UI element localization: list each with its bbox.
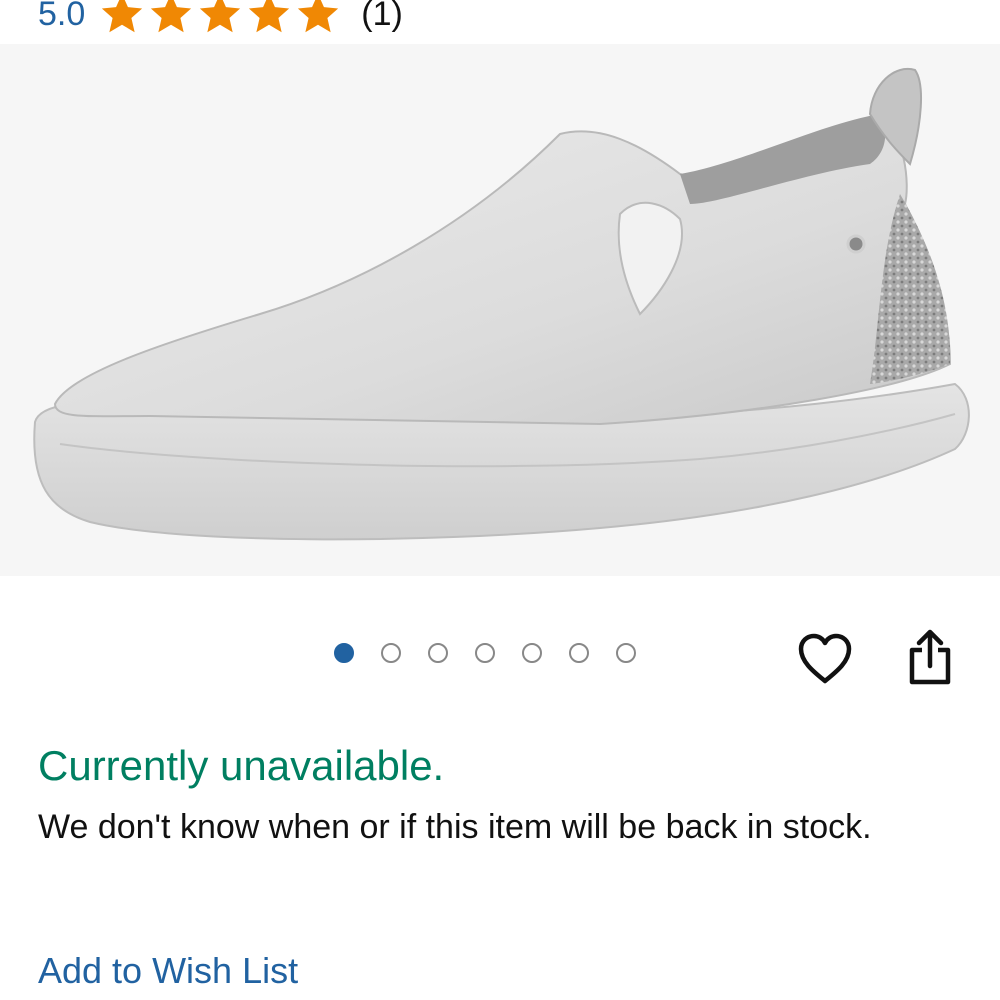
stock-message: We don't know when or if this item will … [38,808,872,846]
carousel-dot[interactable] [381,643,401,663]
carousel-dot[interactable] [522,643,542,663]
carousel-dot[interactable] [475,643,495,663]
add-to-wish-list-link[interactable]: Add to Wish List [38,950,298,992]
star-icon [200,0,241,33]
star-icon [102,0,143,33]
carousel-dot[interactable] [616,643,636,663]
carousel-dot[interactable] [428,643,448,663]
heart-icon[interactable] [796,632,854,686]
availability-status: Currently unavailable. [38,742,445,789]
rating-row[interactable]: 5.0 (1) [38,0,403,42]
star-icon [298,0,339,33]
carousel-dot[interactable] [569,643,589,663]
product-image[interactable] [0,44,1000,576]
star-icon [151,0,192,33]
rating-count: (1) [361,0,403,33]
shoe-image [33,67,970,541]
star-icon [249,0,290,33]
star-rating [99,0,341,37]
image-carousel-dots[interactable] [334,643,636,663]
carousel-dot-active[interactable] [334,643,354,663]
share-icon[interactable] [906,628,954,686]
rating-value: 5.0 [38,0,86,33]
